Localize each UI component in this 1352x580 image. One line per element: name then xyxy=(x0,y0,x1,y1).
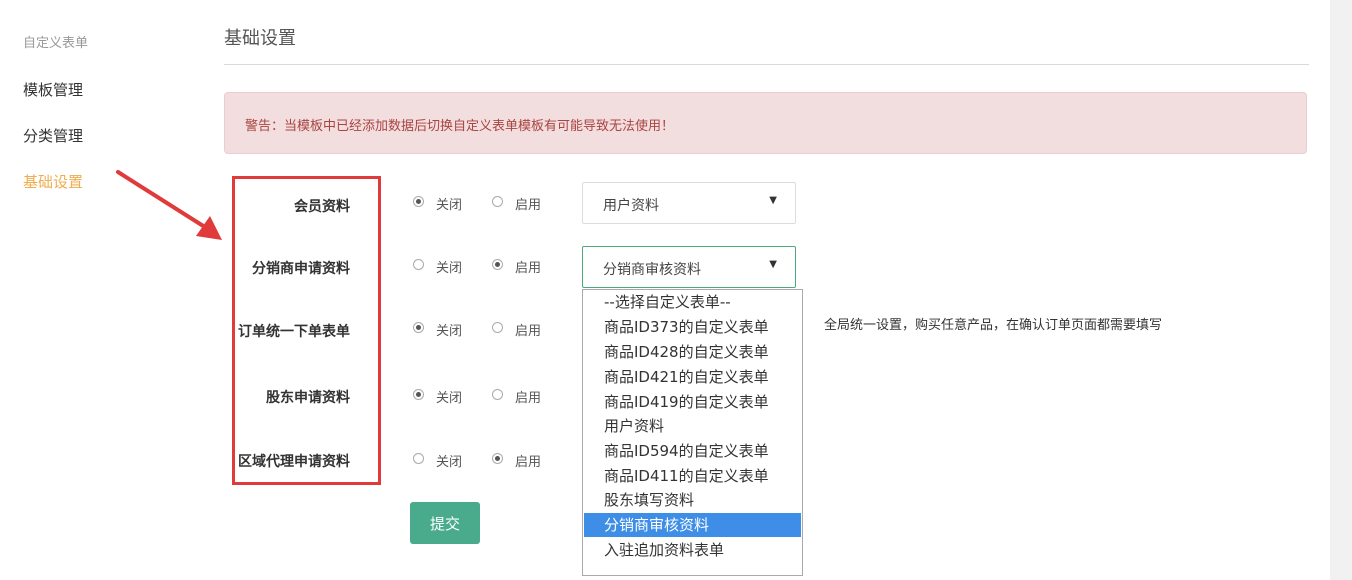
row-label-regional-agent-application: 区域代理申请资料 xyxy=(238,454,350,470)
dropdown-option[interactable]: 商品ID419的自定义表单 xyxy=(584,390,801,414)
regional-agent-on-label[interactable]: 启用 xyxy=(515,451,541,470)
regional-agent-off-label[interactable]: 关闭 xyxy=(436,451,462,470)
order-form-on-radio[interactable] xyxy=(492,322,503,333)
page-title: 基础设置 xyxy=(224,28,296,49)
dropdown-option[interactable]: 用户资料 xyxy=(584,414,801,438)
dropdown-option[interactable]: 股东填写资料 xyxy=(584,488,801,512)
order-form-on-label[interactable]: 启用 xyxy=(515,320,541,339)
dropdown-option[interactable]: 商品ID373的自定义表单 xyxy=(584,315,801,339)
order-form-off-label[interactable]: 关闭 xyxy=(436,320,462,339)
dropdown-option-selected[interactable]: 分销商审核资料 xyxy=(584,513,801,537)
shareholder-off-radio[interactable] xyxy=(413,389,424,400)
member-profile-on-label[interactable]: 启用 xyxy=(515,194,541,213)
distributor-off-label[interactable]: 关闭 xyxy=(436,257,462,276)
caret-down-icon: ▼ xyxy=(769,259,777,270)
submit-button[interactable]: 提交 xyxy=(410,502,480,544)
member-profile-off-radio[interactable] xyxy=(413,196,424,207)
regional-agent-off-radio[interactable] xyxy=(413,453,424,464)
row-label-shareholder-application: 股东申请资料 xyxy=(266,390,350,406)
distributor-off-radio[interactable] xyxy=(413,259,424,270)
title-divider xyxy=(224,64,1309,65)
regional-agent-on-radio[interactable] xyxy=(492,453,503,464)
caret-down-icon: ▼ xyxy=(769,195,777,206)
annotation-arrow-icon xyxy=(116,170,222,240)
page: 自定义表单 模板管理 分类管理 基础设置 基础设置 警告：当模板中已经添加数据后… xyxy=(0,0,1330,580)
dropdown-option[interactable]: --选择自定义表单-- xyxy=(584,290,801,314)
row-label-distributor-application: 分销商申请资料 xyxy=(252,261,350,277)
warning-alert-text: 警告：当模板中已经添加数据后切换自定义表单模板有可能导致无法使用！ xyxy=(245,119,675,134)
row-label-member-profile: 会员资料 xyxy=(294,199,350,215)
warning-alert: 警告：当模板中已经添加数据后切换自定义表单模板有可能导致无法使用！ xyxy=(224,92,1307,154)
order-form-help-text: 全局统一设置，购买任意产品，在确认订单页面都需要填写 xyxy=(824,318,1163,333)
row-label-unified-order-form: 订单统一下单表单 xyxy=(238,324,350,340)
order-form-off-radio[interactable] xyxy=(413,322,424,333)
distributor-select[interactable]: 分销商审核资料 ▼ xyxy=(582,246,796,288)
shareholder-on-radio[interactable] xyxy=(492,389,503,400)
dropdown-option[interactable]: 商品ID411的自定义表单 xyxy=(584,464,801,488)
dropdown-option[interactable]: 商品ID594的自定义表单 xyxy=(584,439,801,463)
member-profile-on-radio[interactable] xyxy=(492,196,503,207)
distributor-on-label[interactable]: 启用 xyxy=(515,257,541,276)
member-profile-select-value: 用户资料 xyxy=(603,198,659,214)
dropdown-option[interactable]: 商品ID428的自定义表单 xyxy=(584,340,801,364)
shareholder-off-label[interactable]: 关闭 xyxy=(436,387,462,406)
dropdown-option[interactable]: 商品ID421的自定义表单 xyxy=(584,365,801,389)
member-profile-select[interactable]: 用户资料 ▼ xyxy=(582,182,796,224)
page-scrollbar[interactable] xyxy=(1330,0,1352,580)
shareholder-on-label[interactable]: 启用 xyxy=(515,387,541,406)
dropdown-option[interactable]: 入驻追加资料表单 xyxy=(584,538,801,562)
form-select-dropdown: --选择自定义表单-- 商品ID373的自定义表单 商品ID428的自定义表单 … xyxy=(582,289,803,576)
distributor-select-value: 分销商审核资料 xyxy=(603,262,701,278)
distributor-on-radio[interactable] xyxy=(492,259,503,270)
member-profile-off-label[interactable]: 关闭 xyxy=(436,194,462,213)
